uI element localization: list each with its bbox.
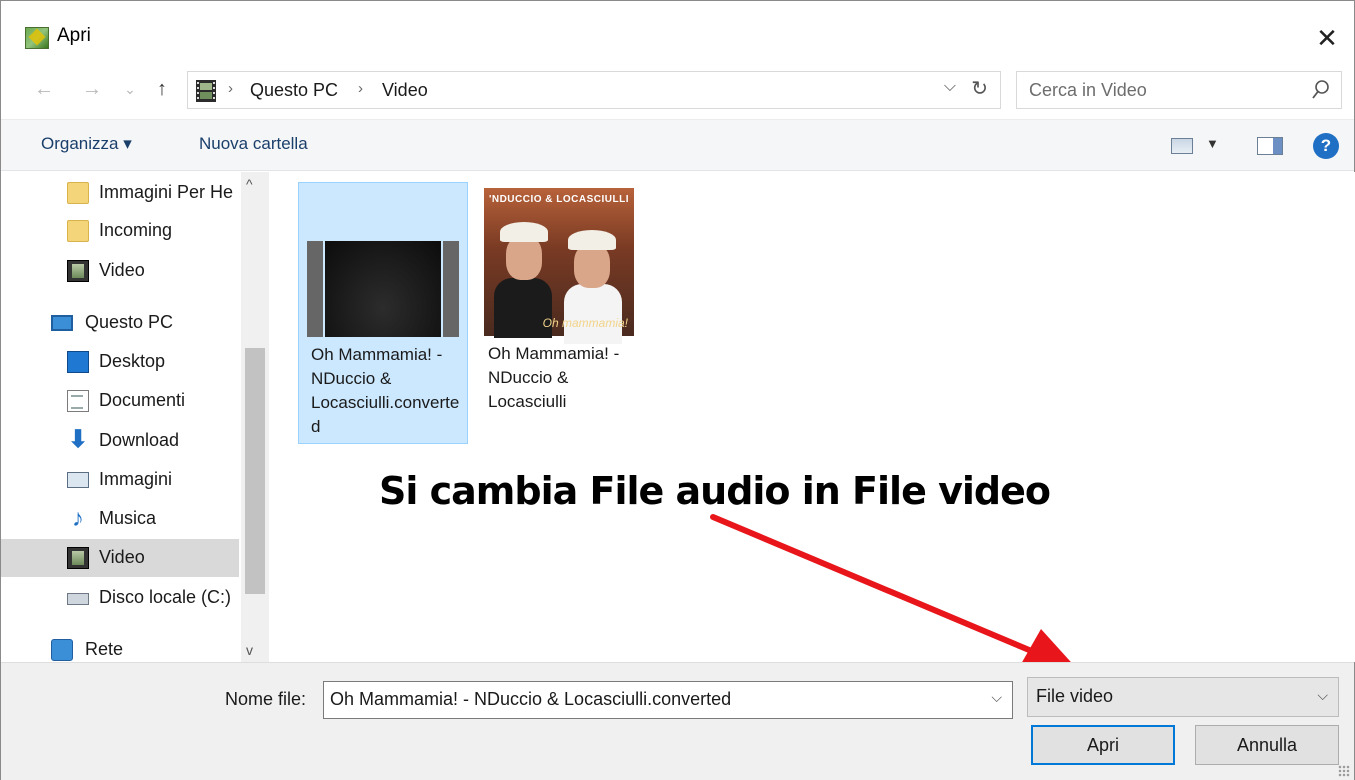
sidebar-item-label: Immagini Per He [99,182,234,202]
open-file-dialog: Apri ✕ ← → ⌄ ↑ › Questo PC › Video ⌵ ↻ C… [0,0,1355,780]
change-view-icon[interactable] [1171,138,1193,154]
video-thumbnail [307,189,459,339]
sidebar-item-desktop[interactable]: Desktop [1,343,239,381]
sidebar-item-label: Rete [85,639,124,659]
sidebar-item-disco-locale[interactable]: Disco locale (C:) [1,579,239,617]
search-box[interactable] [1016,71,1342,109]
sidebar-item-label: Immagini [99,469,173,489]
sidebar-item-label: Video [99,260,145,280]
sidebar-item-video[interactable]: Video [1,539,239,577]
sidebar-item-label: Questo PC [85,312,174,332]
address-bar[interactable]: › Questo PC › Video ⌵ ↻ [187,71,1001,109]
music-icon: ♪ [72,505,84,532]
address-dropdown-icon[interactable]: ⌵ [944,78,956,96]
filetype-select[interactable]: File video ⌵ [1027,677,1339,717]
download-icon: ⬇ [67,426,89,453]
sidebar-item-immagini[interactable]: Immagini [1,461,239,499]
search-input[interactable] [1029,80,1289,101]
cover-figure [500,222,548,242]
cover-figure [574,244,610,288]
search-icon[interactable] [1311,79,1331,101]
cover-subtitle: Oh mammamia! [542,316,628,330]
sidebar-item-documenti[interactable]: Documenti [1,382,239,420]
preview-pane-icon[interactable] [1257,137,1283,155]
file-name: Oh Mammamia! - NDuccio & Locasciulli [488,344,620,411]
sidebar-item-label: Disco locale (C:) [99,587,232,607]
help-icon[interactable]: ? [1313,133,1339,159]
filetype-value: File video [1036,686,1114,706]
sidebar-item-incoming[interactable]: Incoming [1,212,239,250]
sidebar-item-label: Video [99,547,145,567]
pictures-icon [67,472,89,488]
computer-icon [51,315,73,331]
title-bar: Apri ✕ [1,1,1354,61]
album-cover-thumbnail: 'NDUCCIO & LOCASCIULLI Oh mammamia! [484,188,634,344]
sidebar-item-label: Download [99,430,180,450]
sidebar-item-immagini-per-he[interactable]: Immagini Per He [1,174,239,212]
film-icon [196,80,216,102]
breadcrumb-separator: › [228,80,233,97]
network-icon [51,639,73,661]
sidebar-item-questo-pc[interactable]: Questo PC [1,304,239,342]
film-icon [67,260,89,282]
file-item-audio[interactable]: 'NDUCCIO & LOCASCIULLI Oh mammamia! Oh M… [476,182,646,444]
scrollbar-thumb[interactable] [245,348,265,594]
cover-figure [564,284,622,344]
annotation-caption: Si cambia File audio in File video [379,469,1051,513]
breadcrumb-video[interactable]: Video [382,80,428,101]
navigation-pane: Immagini Per He Incoming Video Questo PC… [1,172,269,662]
new-folder-button[interactable]: Nuova cartella [199,134,308,154]
cover-figure [568,230,616,250]
file-name: Oh Mammamia! - NDuccio & Locasciulli.con… [311,345,460,436]
breadcrumb-separator: › [358,80,363,97]
up-arrow-icon[interactable]: ↑ [147,73,177,105]
chevron-down-icon[interactable]: ⌵ [991,689,1002,706]
folder-icon [67,220,89,242]
film-strip-icon [307,241,323,337]
window-title: Apri [57,25,91,46]
scroll-down-icon[interactable]: v [246,642,253,658]
forward-arrow-icon[interactable]: → [77,73,107,105]
sidebar-item-label: Incoming [99,220,173,240]
sidebar-item-label: Desktop [99,351,166,371]
scroll-up-icon[interactable]: ^ [246,176,253,192]
breadcrumb-questo-pc[interactable]: Questo PC [250,80,338,101]
app-icon [25,27,49,49]
file-item-video[interactable]: Oh Mammamia! - NDuccio & Locasciulli.con… [298,182,468,444]
sidebar-item-download[interactable]: ⬇ Download [1,422,239,460]
folder-icon [67,182,89,204]
sidebar-item-video-quick[interactable]: Video [1,252,239,290]
chevron-down-icon[interactable]: ⌵ [1317,687,1328,704]
sidebar-item-musica[interactable]: ♪ Musica [1,500,239,538]
back-arrow-icon[interactable]: ← [29,73,59,105]
recent-locations-icon[interactable]: ⌄ [115,73,145,105]
command-bar: Organizza ▾ Nuova cartella ▼ ? [1,119,1354,171]
sidebar-item-rete[interactable]: Rete [1,631,239,662]
view-options-dropdown-icon[interactable]: ▼ [1206,136,1219,151]
filename-label: Nome file: [225,689,307,709]
navigation-bar: ← → ⌄ ↑ › Questo PC › Video ⌵ ↻ [1,67,1354,113]
sidebar-item-label: Musica [99,508,157,528]
disk-icon [67,593,89,605]
dialog-footer: Nome file: ⌵ File video ⌵ Apri Annulla [1,662,1354,780]
annotation-arrow-icon [710,514,1079,671]
sidebar-scrollbar[interactable]: ^ v [241,172,269,662]
organize-menu-button[interactable]: Organizza ▾ [41,134,132,154]
filename-input[interactable] [330,689,970,710]
filename-combobox[interactable]: ⌵ [323,681,1013,719]
close-button[interactable]: ✕ [1310,21,1344,55]
sidebar-item-label: Documenti [99,390,186,410]
refresh-icon[interactable]: ↻ [971,76,988,101]
cover-figure [506,236,542,280]
resize-grip[interactable] [1338,765,1350,777]
video-frame [325,241,441,337]
document-icon [67,390,89,412]
cancel-button[interactable]: Annulla [1195,725,1339,765]
film-strip-icon [443,241,459,337]
desktop-icon [67,351,89,373]
cover-title: 'NDUCCIO & LOCASCIULLI [488,194,630,205]
open-button[interactable]: Apri [1031,725,1175,765]
film-icon [67,547,89,569]
